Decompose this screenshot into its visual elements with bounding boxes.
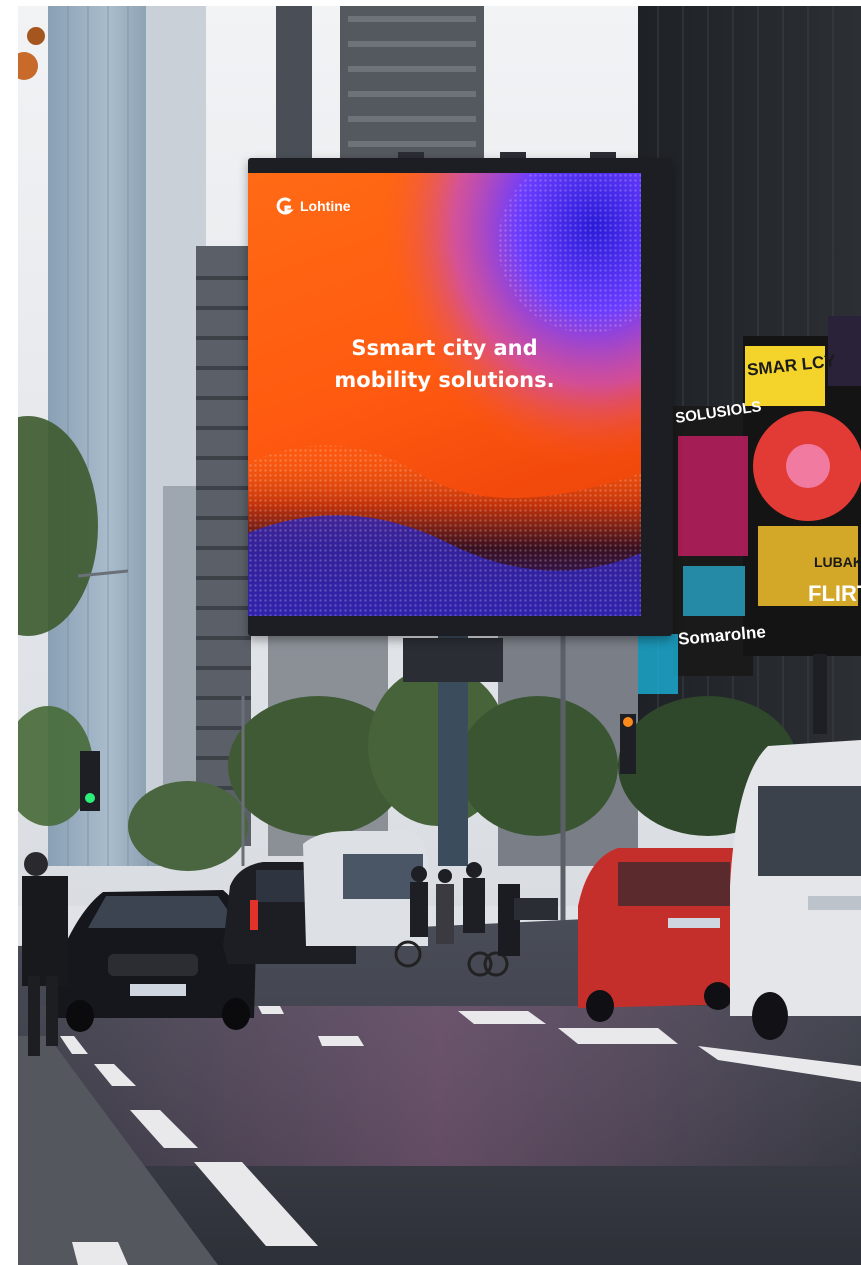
side-sign-flirt: FLIRT xyxy=(808,581,861,606)
billboard-screen: Lohtine Ssmart city and mobility solutio… xyxy=(248,173,641,616)
photo-scene: SOLUSIOLS SMAR LCY LUBAK FLIRT Somarolne xyxy=(0,0,861,1265)
brand-name: Lohtine xyxy=(300,198,351,214)
side-sign-lubak: LUBAK xyxy=(814,554,861,570)
billboard-headline-line1: Ssmart city and xyxy=(351,336,538,360)
billboard-headline-line2: mobility solutions. xyxy=(334,368,555,392)
c-shaped-logo-icon xyxy=(276,197,294,215)
billboard-brand: Lohtine xyxy=(276,197,351,215)
